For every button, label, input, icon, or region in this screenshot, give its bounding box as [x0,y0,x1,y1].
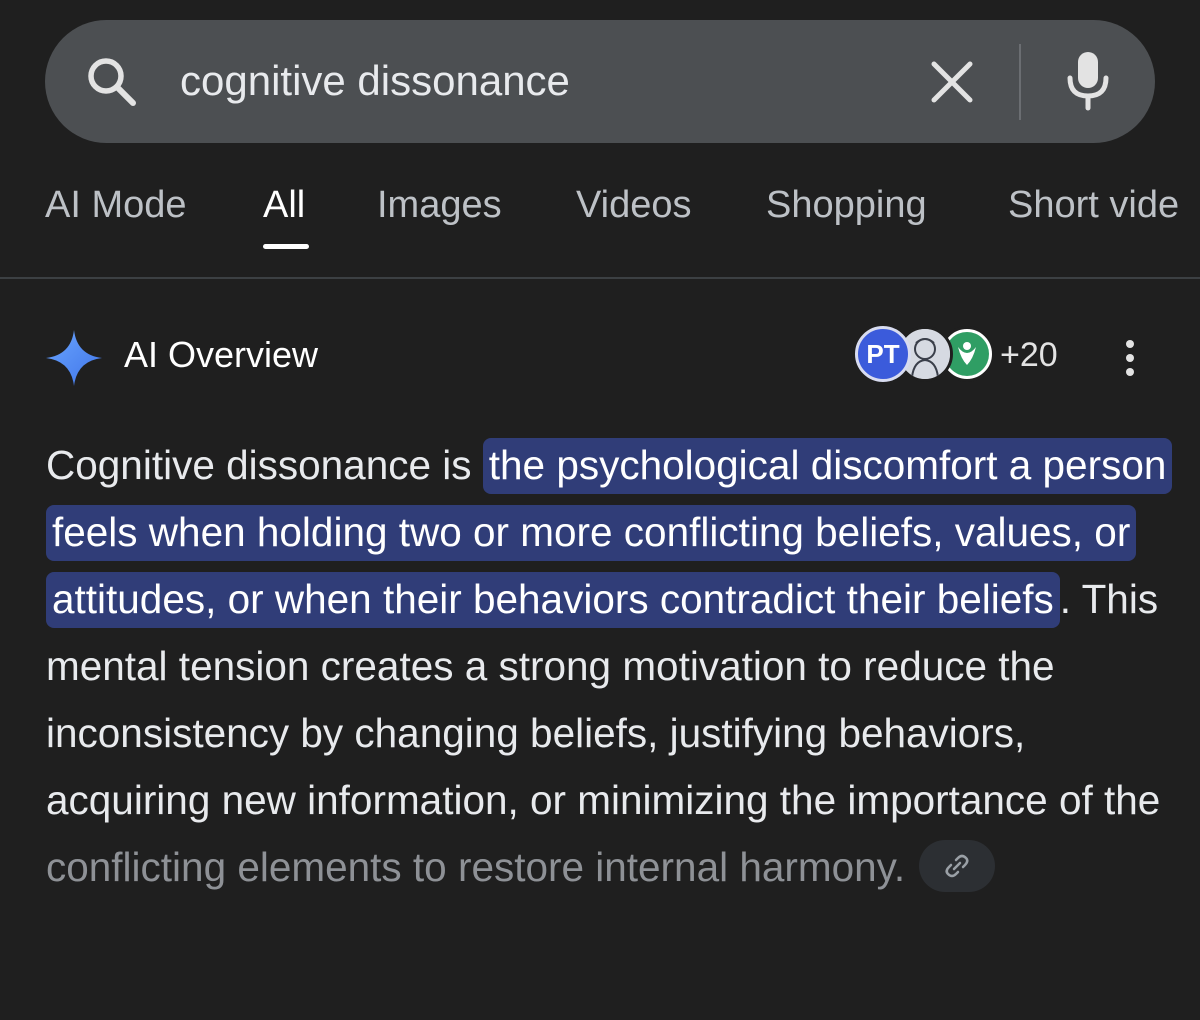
link-icon [945,855,969,878]
search-bar-divider [1019,44,1021,120]
tab-ai-mode[interactable]: AI Mode [45,184,187,227]
overview-faded-text: conflicting elements to restore internal… [46,844,906,890]
tab-images[interactable]: Images [377,184,502,227]
source-avatars[interactable]: PT [855,326,995,386]
tab-short-videos[interactable]: Short vide [1008,184,1179,227]
ai-overview-text: Cognitive dissonance is the psychologica… [46,432,1176,901]
tab-shopping[interactable]: Shopping [766,184,927,227]
search-input[interactable] [180,55,880,107]
close-icon[interactable] [922,52,982,112]
link-chip[interactable] [919,840,996,893]
source-count[interactable]: +20 [1000,336,1058,375]
sparkle-icon [46,330,102,386]
overview-intro: Cognitive dissonance is [46,442,472,488]
active-tab-indicator [263,244,309,249]
source-avatar-pt[interactable]: PT [855,326,911,382]
microphone-icon[interactable] [1058,48,1118,112]
tab-all[interactable]: All [263,184,305,227]
search-icon[interactable] [82,52,140,110]
more-vert-icon[interactable] [1112,336,1148,380]
search-results-page: AI Mode All Images Videos Shopping Short… [0,0,1200,1020]
ai-overview-title: AI Overview [124,334,319,375]
tab-videos[interactable]: Videos [576,184,692,227]
tabs-divider [0,277,1200,279]
